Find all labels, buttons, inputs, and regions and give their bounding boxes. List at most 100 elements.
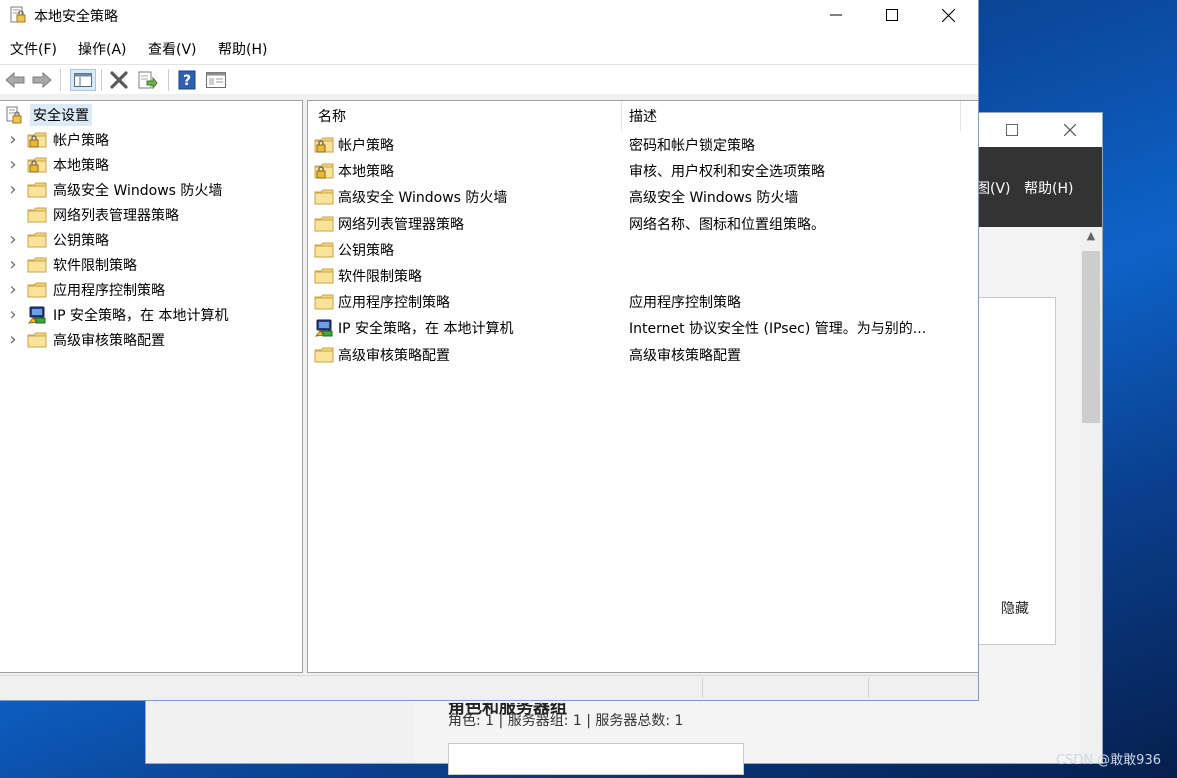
- list-row-name[interactable]: 高级安全 Windows 防火墙: [314, 184, 507, 210]
- delete-button[interactable]: [108, 69, 130, 91]
- list-row-description: 网络名称、图标和位置组策略。: [629, 216, 825, 233]
- expand-chevron-icon[interactable]: ›: [8, 256, 18, 274]
- details-list-pane[interactable]: 名称 描述 帐户策略 密码和帐户锁定策略 本地策略 审核、用户权利和安全选项策略 高级安…: [307, 100, 978, 673]
- list-row-name[interactable]: 软件限制策略: [314, 263, 422, 289]
- list-row-name[interactable]: 网络列表管理器策略: [314, 211, 464, 237]
- status-separator: [868, 678, 869, 698]
- security-settings-icon: [6, 106, 22, 124]
- status-separator: [702, 678, 703, 698]
- list-row-name[interactable]: 公钥策略: [314, 237, 394, 263]
- list-row[interactable]: IP 安全策略，在 本地计算机 Internet 协议安全性 (IPsec) 管理…: [308, 315, 978, 341]
- list-row-name-text: 公钥策略: [338, 242, 394, 259]
- watermark-text: CSDN @敢敢936: [1055, 753, 1161, 768]
- forward-arrow-icon: [32, 72, 52, 88]
- list-row-description: 密码和帐户锁定策略: [629, 138, 755, 154]
- tree-node-item-1[interactable]: › 帐户策略: [0, 128, 109, 152]
- tree-node-label: 软件限制策略: [53, 258, 137, 274]
- back-button[interactable]: [4, 69, 26, 91]
- tree-node-item-5[interactable]: › 公钥策略: [0, 228, 109, 252]
- help-button[interactable]: ?: [176, 69, 198, 91]
- folder-icon: [314, 347, 334, 363]
- show-hide-tree-button[interactable]: [70, 69, 96, 91]
- background-menu-help[interactable]: 帮助(H): [1024, 178, 1073, 198]
- background-menu-view[interactable]: 图(V): [976, 178, 1011, 198]
- menu-help[interactable]: 帮助(H): [218, 39, 267, 59]
- menu-file[interactable]: 文件(F): [10, 39, 57, 59]
- list-row[interactable]: 帐户策略 密码和帐户锁定策略: [308, 132, 978, 158]
- list-row-name-text: 本地策略: [338, 164, 394, 181]
- list-row[interactable]: 软件限制策略: [308, 263, 978, 289]
- background-maximize-button[interactable]: [984, 113, 1040, 147]
- delete-icon: [110, 71, 128, 89]
- background-close-button[interactable]: [1042, 113, 1098, 147]
- help-icon: ?: [178, 70, 196, 90]
- close-icon: [1064, 124, 1076, 136]
- list-row[interactable]: 高级审核策略配置 高级审核策略配置: [308, 342, 978, 368]
- folder-icon: [27, 207, 47, 223]
- toolbar-separator: [101, 69, 102, 91]
- tree-node-label: 高级安全 Windows 防火墙: [53, 183, 223, 199]
- column-header-name[interactable]: 名称: [318, 101, 346, 131]
- list-row-name[interactable]: 应用程序控制策略: [314, 289, 450, 315]
- list-row-name[interactable]: 帐户策略: [314, 132, 394, 158]
- properties-button[interactable]: [205, 69, 227, 91]
- export-list-button[interactable]: [137, 69, 159, 91]
- tree-node-item-6[interactable]: › 软件限制策略: [0, 253, 137, 277]
- expand-chevron-icon[interactable]: ›: [8, 156, 18, 174]
- ipsec-policy-icon: [27, 306, 46, 324]
- forward-button[interactable]: [31, 69, 53, 91]
- list-row[interactable]: 公钥策略: [308, 237, 978, 263]
- expand-chevron-icon[interactable]: ›: [8, 306, 18, 324]
- hide-link[interactable]: 隐藏: [1001, 598, 1029, 618]
- tree-node-item-7[interactable]: › 应用程序控制策略: [0, 278, 165, 302]
- menu-action[interactable]: 操作(A): [78, 39, 127, 59]
- title-bar: 本地安全策略: [0, 0, 978, 30]
- background-vertical-scrollbar[interactable]: ▲: [1080, 227, 1102, 763]
- expand-chevron-icon[interactable]: ›: [8, 231, 18, 249]
- tree-node-label: 应用程序控制策略: [53, 283, 165, 299]
- tree-node-item-9[interactable]: › 高级审核策略配置: [0, 328, 165, 352]
- list-row-name-text: 高级安全 Windows 防火墙: [338, 190, 508, 207]
- column-header-description[interactable]: 描述: [629, 101, 657, 131]
- column-divider[interactable]: [960, 101, 961, 131]
- minimize-icon: [830, 14, 842, 16]
- status-bar: [0, 675, 978, 700]
- tree-node-item-4[interactable]: 网络列表管理器策略: [0, 203, 179, 227]
- list-row-name-text: 高级审核策略配置: [338, 347, 450, 364]
- expand-chevron-icon[interactable]: ›: [8, 331, 18, 349]
- scroll-up-icon[interactable]: ▲: [1080, 229, 1102, 247]
- minimize-button[interactable]: [808, 0, 864, 30]
- list-row[interactable]: 网络列表管理器策略 网络名称、图标和位置组策略。: [308, 211, 978, 237]
- lock-folder-icon: [27, 132, 47, 148]
- tree-node-item-8[interactable]: › IP 安全策略，在 本地计算机: [0, 303, 228, 327]
- tree-node-item-3[interactable]: › 高级安全 Windows 防火墙: [0, 178, 222, 202]
- folder-icon: [314, 242, 334, 258]
- expand-chevron-icon[interactable]: ›: [8, 181, 18, 199]
- export-list-icon: [138, 71, 158, 89]
- list-row-name[interactable]: 本地策略: [314, 158, 394, 184]
- maximize-button[interactable]: [864, 0, 920, 30]
- tree-node-label: 高级审核策略配置: [53, 333, 165, 349]
- list-row-name[interactable]: IP 安全策略，在 本地计算机: [314, 315, 513, 341]
- list-row-description: 高级安全 Windows 防火墙: [629, 190, 799, 207]
- tree-root-security-settings[interactable]: 安全设置: [4, 103, 92, 127]
- scroll-thumb[interactable]: [1082, 251, 1100, 423]
- folder-icon: [27, 282, 47, 298]
- folder-icon: [314, 268, 334, 284]
- expand-chevron-icon[interactable]: ›: [8, 131, 18, 149]
- menu-view[interactable]: 查看(V): [148, 39, 197, 59]
- tree-node-item-2[interactable]: › 本地策略: [0, 153, 109, 177]
- list-row-name[interactable]: 高级审核策略配置: [314, 342, 450, 368]
- expand-chevron-icon[interactable]: ›: [8, 281, 18, 299]
- list-row[interactable]: 本地策略 审核、用户权利和安全选项策略: [308, 158, 978, 184]
- close-button[interactable]: [920, 0, 976, 30]
- column-divider[interactable]: [621, 101, 622, 131]
- list-row[interactable]: 高级安全 Windows 防火墙 高级安全 Windows 防火墙: [308, 184, 978, 210]
- lock-folder-icon: [27, 157, 47, 173]
- list-row[interactable]: 应用程序控制策略 应用程序控制策略: [308, 289, 978, 315]
- folder-icon: [27, 257, 47, 273]
- background-stats-line: 角色: 1 | 服务器组: 1 | 服务器总数: 1: [448, 713, 684, 729]
- list-row-description: 应用程序控制策略: [629, 295, 741, 312]
- local-security-policy-window: 本地安全策略 文件(F) 操作(A) 查看(V) 帮助(H) ? 安全设置 › …: [0, 0, 979, 701]
- navigation-tree-pane[interactable]: 安全设置 › 帐户策略 › 本地策略 › 高级安全 Windows 防火墙 网络列表管理器策…: [0, 100, 303, 673]
